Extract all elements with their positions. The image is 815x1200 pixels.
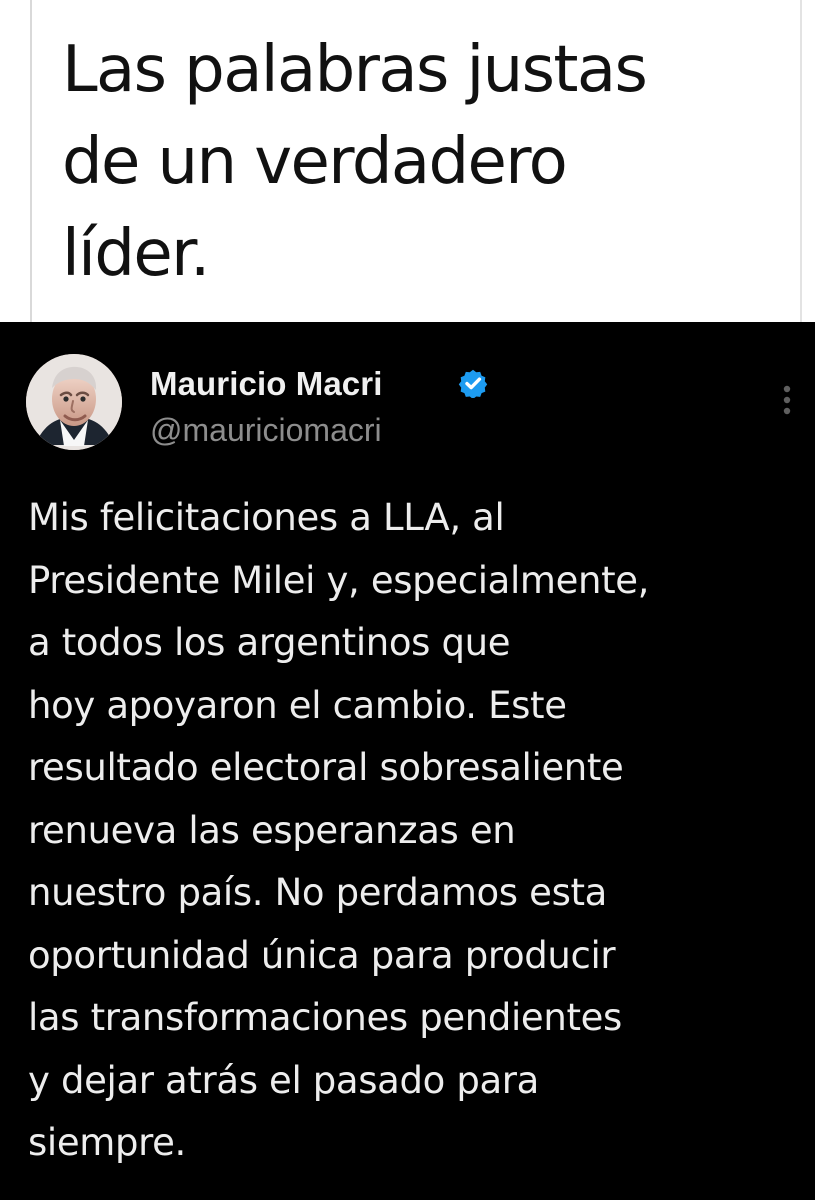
tweet-text-line: las transformaciones pendientes [28, 996, 622, 1039]
caption-title: Las palabras justas de un verdadero líde… [62, 24, 782, 300]
tweet-text-line: nuestro país. No perdamos esta [28, 871, 607, 914]
tweet-text-line: oportunidad única para producir [28, 933, 616, 977]
vertical-ellipsis-icon [774, 382, 800, 418]
tweet-text-line: resultado electoral sobresaliente [28, 746, 624, 789]
tweet-text-line: a todos los argentinos que [28, 621, 511, 664]
tweet-display-name[interactable]: Mauricio Macri [150, 364, 382, 404]
tweet-text-line: y dejar atrás el pasado para [28, 1058, 539, 1102]
caption-line: líder. [62, 217, 210, 291]
tweet-handle[interactable]: @mauriciomacri [150, 410, 382, 450]
caption-right-border [800, 0, 802, 322]
caption-panel: Las palabras justas de un verdadero líde… [0, 0, 815, 322]
caption-line: Las palabras justas [62, 33, 648, 107]
tweet-card: Mauricio Macri @mauriciomacri Mis felici… [0, 322, 815, 1200]
avatar[interactable] [26, 354, 122, 450]
tweet-text: Mis felicitaciones a LLA, al Presidente … [28, 487, 803, 1175]
tweet-text-line: Presidente Milei y, especialmente, [28, 558, 650, 602]
tweet-text-line: renueva las esperanzas en [28, 808, 516, 852]
tweet-text-line: siempre. [28, 1121, 186, 1164]
caption-left-border [30, 0, 32, 322]
more-options-button[interactable] [774, 382, 800, 418]
tweet-text-line: hoy apoyaron el cambio. Este [28, 683, 567, 727]
tweet-text-line: Mis felicitaciones a LLA, al [28, 496, 505, 539]
verified-badge-icon [458, 368, 488, 398]
caption-line: de un verdadero [62, 125, 568, 199]
